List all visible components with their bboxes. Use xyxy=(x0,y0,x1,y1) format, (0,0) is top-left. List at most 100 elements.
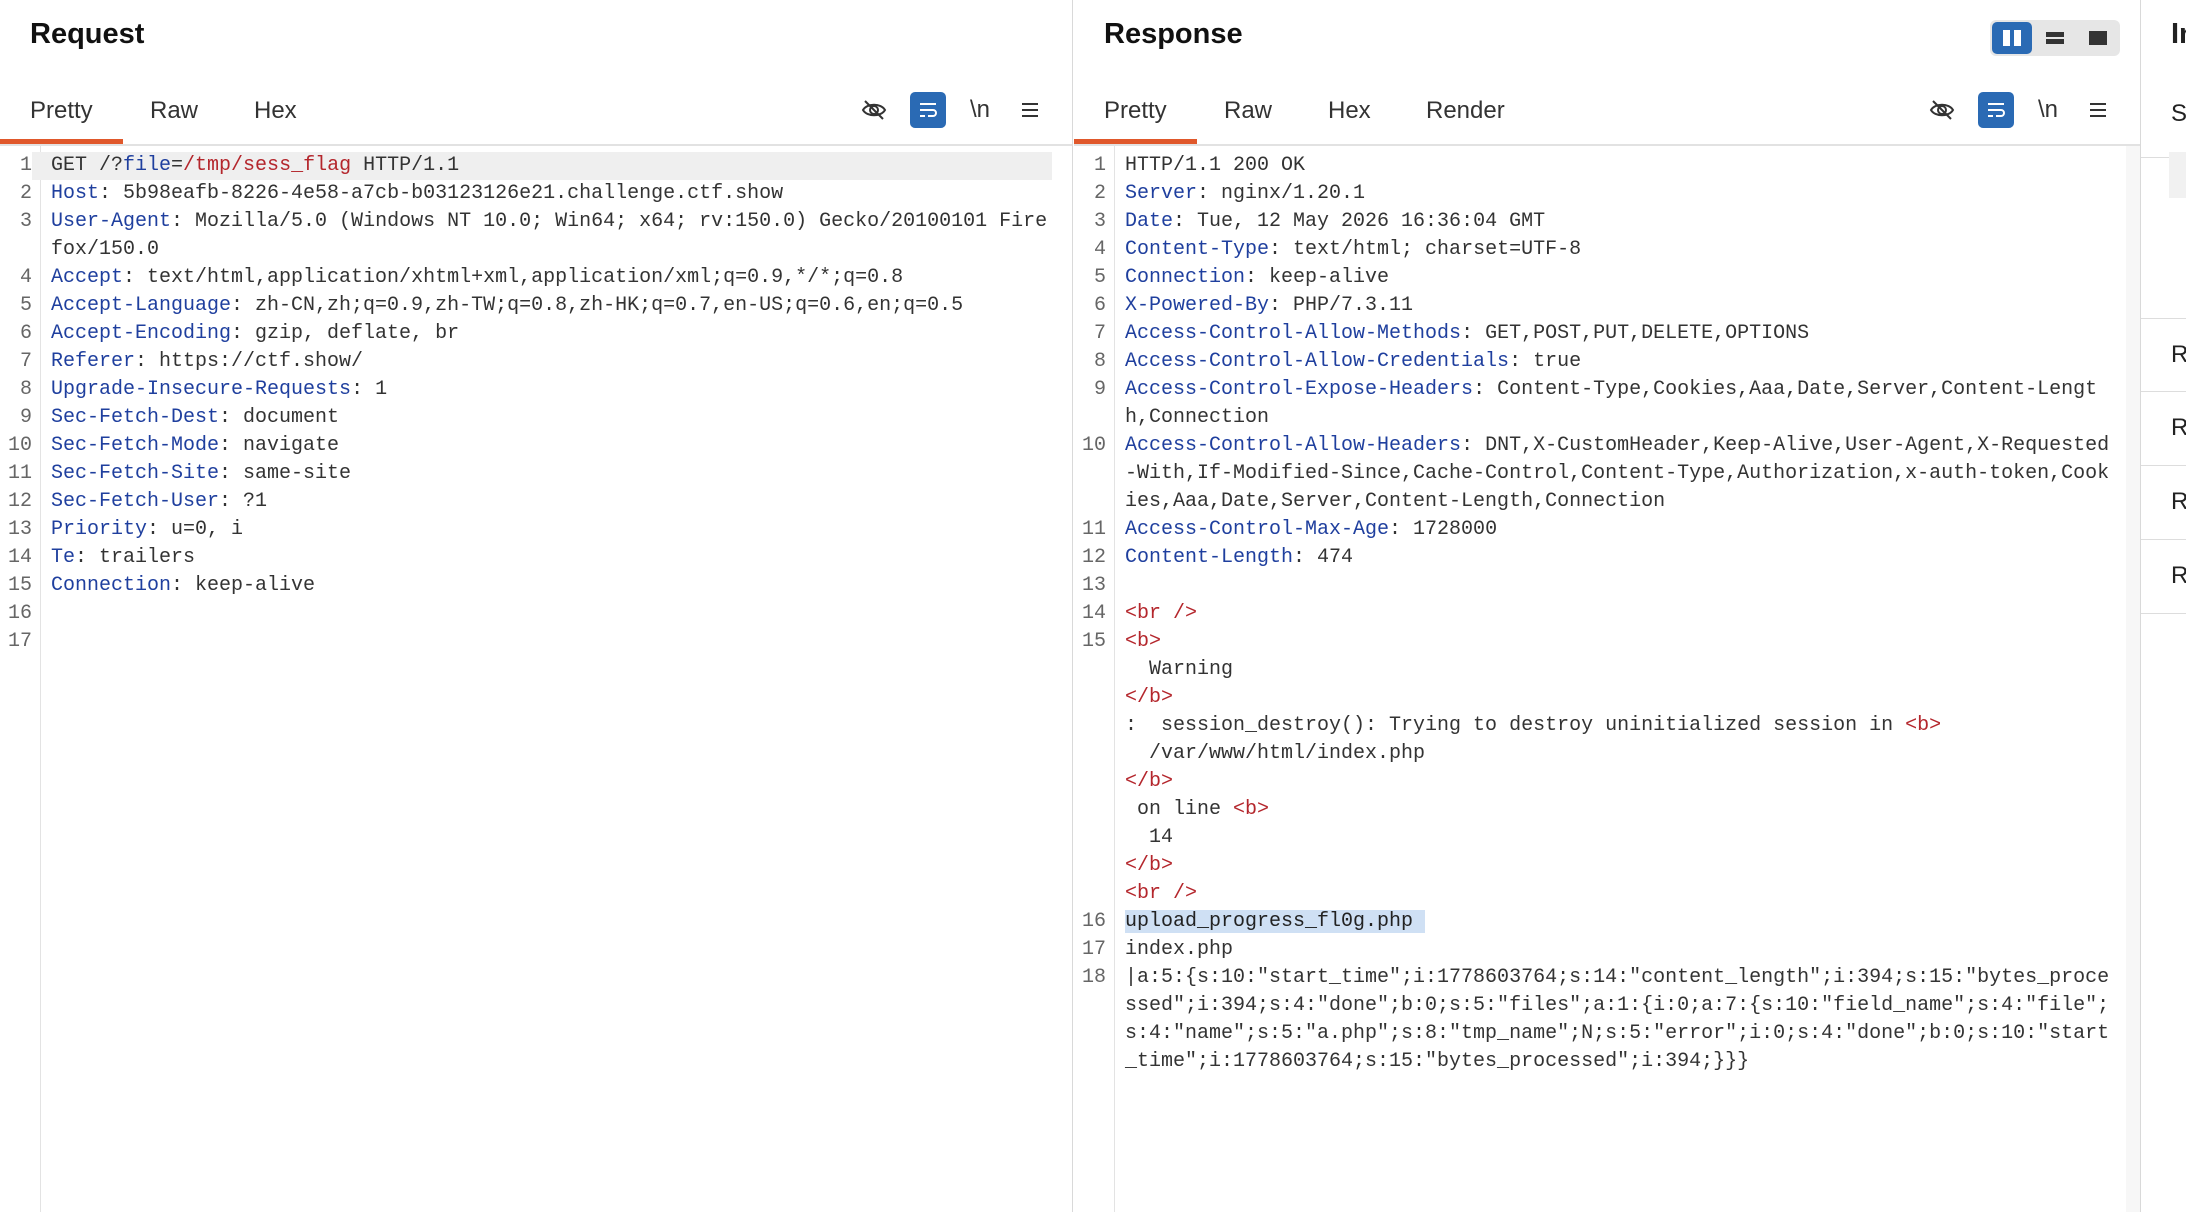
code-token: : zh-CN,zh;q=0.9,zh-TW;q=0.8,zh-HK;q=0.7… xyxy=(231,294,964,317)
code-line[interactable]: 10 Sec-Fetch-Mode: navigate xyxy=(0,432,1052,460)
line-number xyxy=(1074,852,1106,880)
code-line[interactable]: 13 xyxy=(1074,572,2120,600)
code-line[interactable]: : session_destroy(): Trying to destroy u… xyxy=(1074,712,2120,740)
newline-toggle[interactable]: \n xyxy=(2030,92,2066,128)
hide-eye-icon[interactable] xyxy=(1924,92,1960,128)
code-line[interactable]: 1 HTTP/1.1 200 OK xyxy=(1074,152,2120,180)
code-line[interactable]: 12 Sec-Fetch-User: ?1 xyxy=(0,488,1052,516)
code-line[interactable]: 7 Access-Control-Allow-Methods: GET,POST,… xyxy=(1074,320,2120,348)
wrap-lines-icon[interactable] xyxy=(910,92,946,128)
code-line[interactable]: 14 xyxy=(1074,824,2120,852)
response-scrollbar[interactable] xyxy=(2126,146,2140,1212)
tab-response-render[interactable]: Render xyxy=(1396,92,1535,144)
inspector-row[interactable]: S xyxy=(2141,78,2186,158)
code-token: : u=0, i xyxy=(147,518,244,541)
code-line[interactable]: </b> xyxy=(1074,684,2120,712)
code-line[interactable]: 17 xyxy=(0,628,1052,656)
inspector-row[interactable]: R xyxy=(2141,540,2186,614)
line-content xyxy=(1106,572,2120,600)
tab-response-pretty[interactable]: Pretty xyxy=(1074,92,1197,144)
split-horizontal-layout-icon[interactable] xyxy=(2035,22,2075,54)
code-line[interactable]: 6 Accept-Encoding: gzip, deflate, br xyxy=(0,320,1052,348)
line-content: Te: trailers xyxy=(32,544,1052,572)
code-line[interactable]: Warning xyxy=(1074,656,2120,684)
code-line[interactable]: 15 Connection: keep-alive xyxy=(0,572,1052,600)
code-line[interactable]: 3 User-Agent: Mozilla/5.0 (Windows NT 10.… xyxy=(0,208,1052,264)
code-line[interactable]: 3 Date: Tue, 12 May 2026 16:36:04 GMT xyxy=(1074,208,2120,236)
code-line[interactable]: 4 Content-Type: text/html; charset=UTF-8 xyxy=(1074,236,2120,264)
code-line[interactable]: 4 Accept: text/html,application/xhtml+xml… xyxy=(0,264,1052,292)
code-line[interactable]: 9 Sec-Fetch-Dest: document xyxy=(0,404,1052,432)
code-line[interactable]: 11 Access-Control-Max-Age: 1728000 xyxy=(1074,516,2120,544)
code-line[interactable]: 13 Priority: u=0, i xyxy=(0,516,1052,544)
code-line[interactable]: 16 xyxy=(0,600,1052,628)
line-number: 16 xyxy=(7,602,32,625)
code-line[interactable]: 10 Access-Control-Allow-Headers: DNT,X-Cu… xyxy=(1074,432,2120,516)
line-number: 2 xyxy=(19,182,32,205)
tab-request-hex[interactable]: Hex xyxy=(224,92,327,144)
split-vertical-layout-icon[interactable] xyxy=(1992,22,2032,54)
code-line[interactable]: 14 Te: trailers xyxy=(0,544,1052,572)
line-content: Server: nginx/1.20.1 xyxy=(1106,180,2120,208)
line-number: 6 xyxy=(19,322,32,345)
line-content: Accept-Language: zh-CN,zh;q=0.9,zh-TW;q=… xyxy=(32,292,1052,320)
code-line[interactable]: 5 Accept-Language: zh-CN,zh;q=0.9,zh-TW;q… xyxy=(0,292,1052,320)
code-line[interactable]: 7 Referer: https://ctf.show/ xyxy=(0,348,1052,376)
line-number: 12 xyxy=(7,490,32,513)
header-name: Access-Control-Allow-Headers xyxy=(1125,434,1462,457)
response-lines: 1 HTTP/1.1 200 OK 2 Server: nginx/1.20.1 3 Da… xyxy=(1074,152,2120,1076)
single-pane-layout-icon[interactable] xyxy=(2078,22,2118,54)
code-line[interactable]: 14 <br /> xyxy=(1074,600,2120,628)
code-line[interactable]: 5 Connection: keep-alive xyxy=(1074,264,2120,292)
line-number: 10 xyxy=(1081,434,1106,457)
code-line[interactable]: 18 |a:5:{s:10:"start_time";i:1778603764;s… xyxy=(1074,964,2120,1076)
code-token: : trailers xyxy=(75,546,196,569)
request-editor[interactable]: 1 GET /?file=/tmp/sess_flag HTTP/1.1 2 Host… xyxy=(0,146,1072,1212)
hide-eye-icon[interactable] xyxy=(856,92,892,128)
code-token: : Mozilla/5.0 (Windows NT 10.0; Win64; x… xyxy=(51,210,1048,261)
header-name: Sec-Fetch-Site xyxy=(51,462,220,485)
code-line[interactable]: 9 Access-Control-Expose-Headers: Content-… xyxy=(1074,376,2120,432)
code-line[interactable]: <br /> xyxy=(1074,880,2120,908)
code-line[interactable]: 15 <b> xyxy=(1074,628,2120,656)
code-line[interactable]: 12 Content-Length: 474 xyxy=(1074,544,2120,572)
code-token: = xyxy=(171,154,184,177)
code-line[interactable]: 2 Host: 5b98eafb-8226-4e58-a7cb-b03123126… xyxy=(0,180,1052,208)
tab-request-pretty[interactable]: Pretty xyxy=(0,92,123,144)
tab-response-raw[interactable]: Raw xyxy=(1194,92,1302,144)
line-content: GET /?file=/tmp/sess_flag HTTP/1.1 xyxy=(32,152,1052,180)
menu-icon[interactable] xyxy=(1012,92,1048,128)
line-number: 5 xyxy=(1093,266,1106,289)
header-name: Access-Control-Expose-Headers xyxy=(1125,378,1474,401)
code-line[interactable]: 2 Server: nginx/1.20.1 xyxy=(1074,180,2120,208)
menu-icon[interactable] xyxy=(2080,92,2116,128)
code-line[interactable]: </b> xyxy=(1074,852,2120,880)
code-line[interactable]: </b> xyxy=(1074,768,2120,796)
code-line[interactable]: on line <b> xyxy=(1074,796,2120,824)
tab-response-hex[interactable]: Hex xyxy=(1298,92,1401,144)
code-line[interactable]: 16 upload_progress_fl0g.php xyxy=(1074,908,2120,936)
header-name: Upgrade-Insecure-Requests xyxy=(51,378,352,401)
code-line[interactable]: 1 GET /?file=/tmp/sess_flag HTTP/1.1 xyxy=(0,152,1052,180)
response-editor[interactable]: 1 HTTP/1.1 200 OK 2 Server: nginx/1.20.1 3 Da… xyxy=(1074,146,2140,1212)
code-token: : text/html,application/xhtml+xml,applic… xyxy=(123,266,904,289)
header-name: Accept-Language xyxy=(51,294,232,317)
code-token: <br /> xyxy=(1125,602,1198,625)
code-line[interactable]: /var/www/html/index.php xyxy=(1074,740,2120,768)
code-line[interactable]: 6 X-Powered-By: PHP/7.3.11 xyxy=(1074,292,2120,320)
code-line[interactable]: 8 Access-Control-Allow-Credentials: true xyxy=(1074,348,2120,376)
inspector-row[interactable]: R xyxy=(2141,392,2186,466)
inspector-row[interactable]: R xyxy=(2141,318,2186,392)
code-line[interactable]: 17 index.php xyxy=(1074,936,2120,964)
code-token: : gzip, deflate, br xyxy=(231,322,460,345)
header-name: Te xyxy=(51,546,76,569)
line-content: upload_progress_fl0g.php xyxy=(1106,908,2120,936)
newline-toggle[interactable]: \n xyxy=(962,92,998,128)
tab-request-raw[interactable]: Raw xyxy=(120,92,228,144)
inspector-panel: In S R R R R xyxy=(2141,0,2186,1212)
inspector-field[interactable] xyxy=(2169,152,2186,198)
inspector-row[interactable]: R xyxy=(2141,466,2186,540)
code-line[interactable]: 11 Sec-Fetch-Site: same-site xyxy=(0,460,1052,488)
wrap-lines-icon[interactable] xyxy=(1978,92,2014,128)
code-line[interactable]: 8 Upgrade-Insecure-Requests: 1 xyxy=(0,376,1052,404)
